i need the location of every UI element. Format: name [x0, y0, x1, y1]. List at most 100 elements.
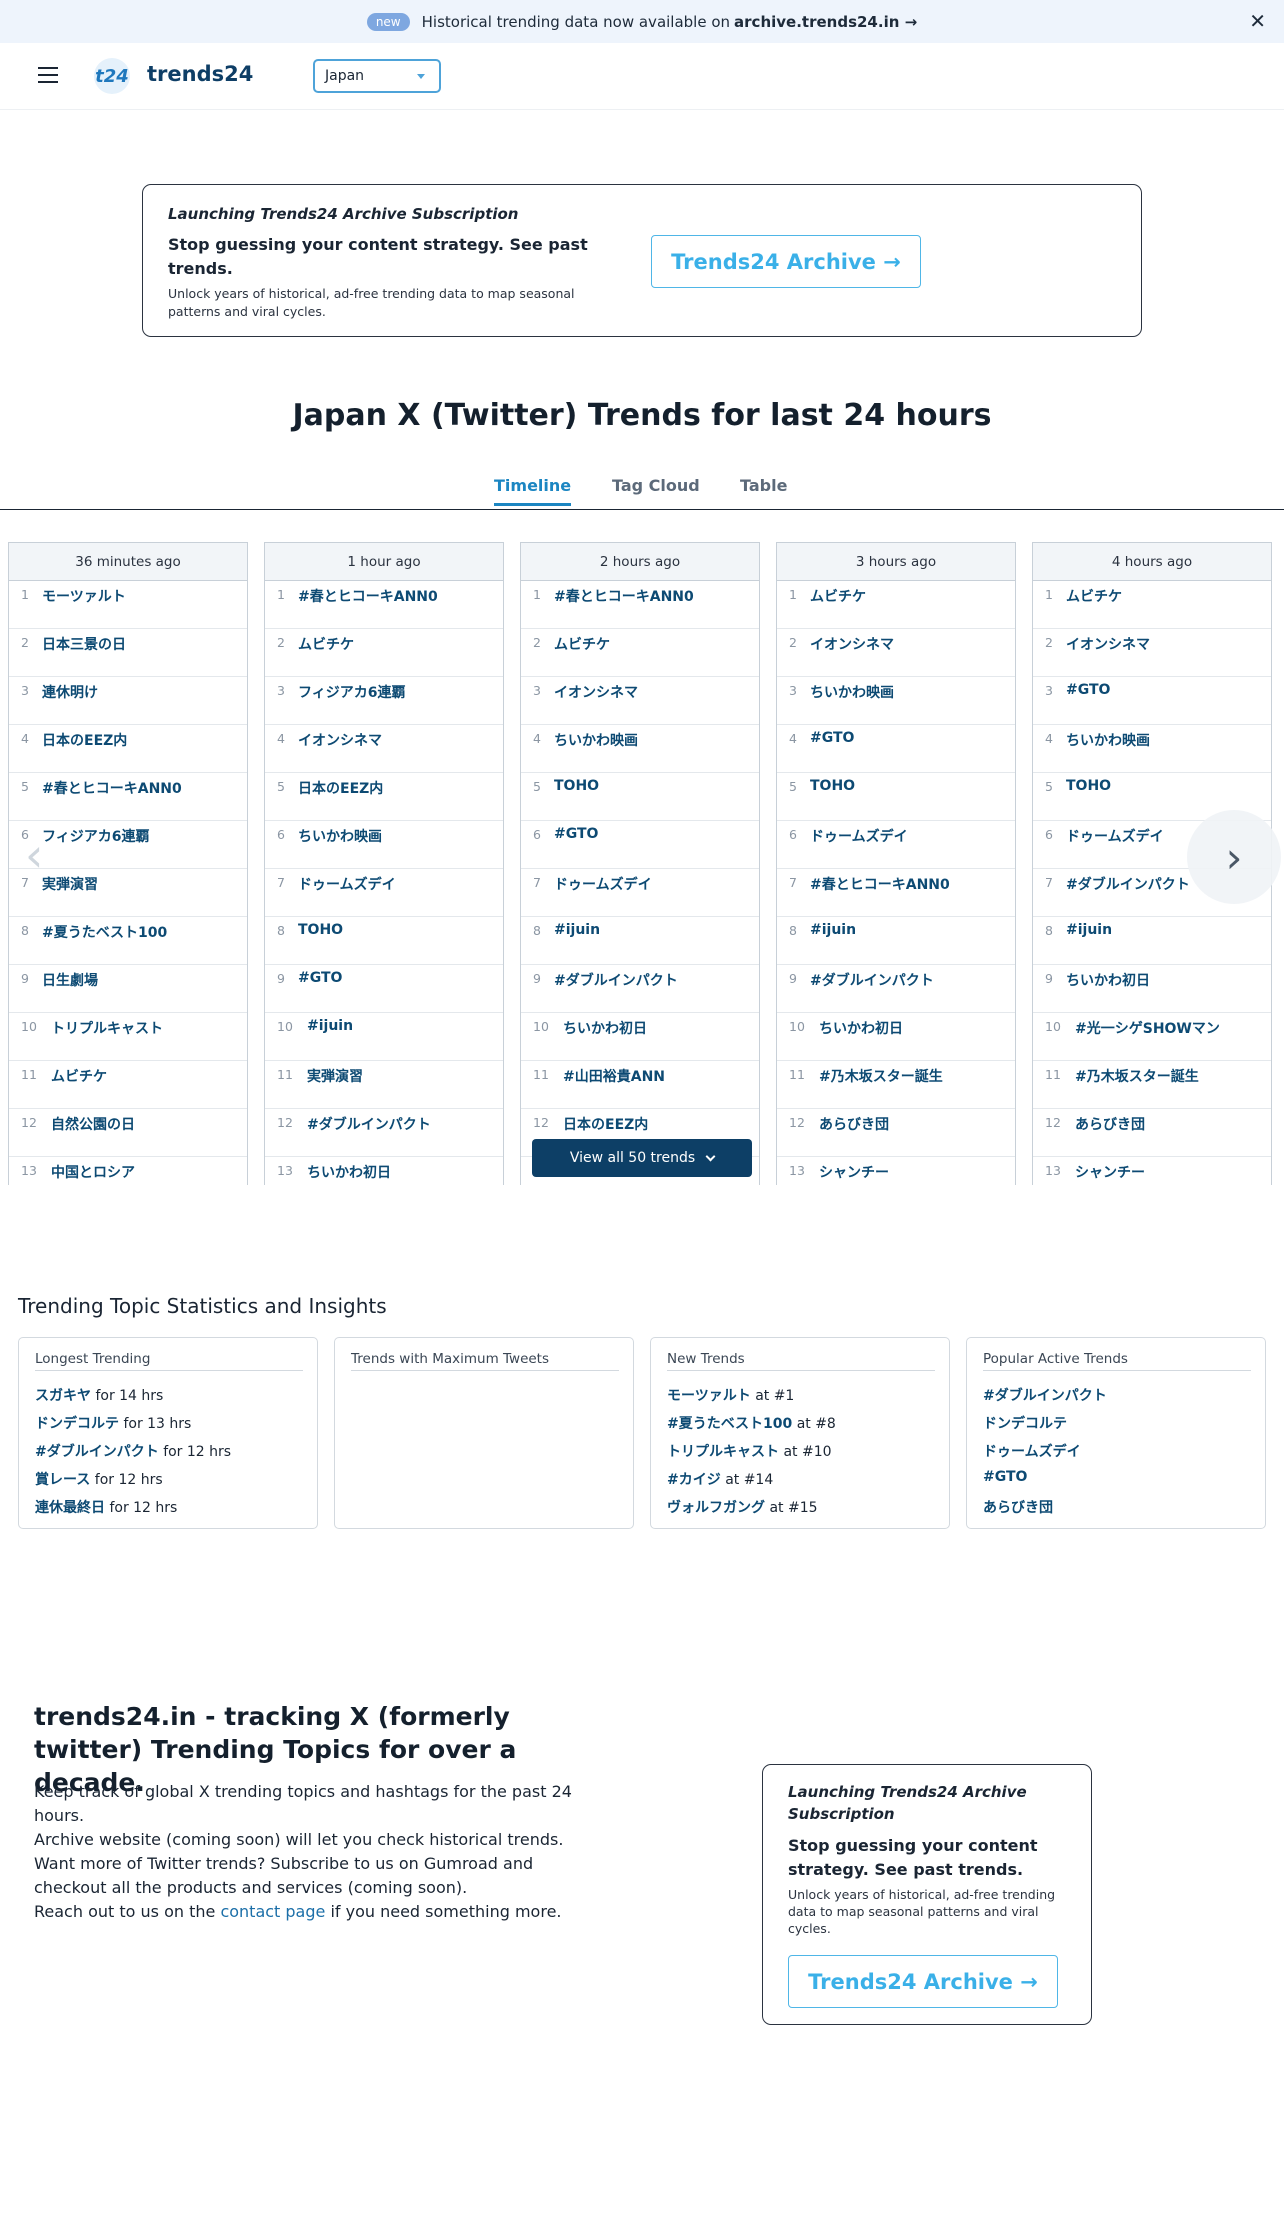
trend-name[interactable]: ムビチケ: [51, 1066, 107, 1086]
trend-item[interactable]: 3 ちいかわ映画: [777, 677, 1015, 725]
trend-item[interactable]: 4 ちいかわ映画: [521, 725, 759, 773]
chevron-left-icon[interactable]: ‹: [25, 832, 43, 878]
trend-item[interactable]: 7 ドゥームズデイ: [521, 869, 759, 917]
stats-item-name[interactable]: #GTO: [983, 1469, 1027, 1485]
trend-name[interactable]: 日本のEEZ内: [563, 1114, 648, 1134]
trend-name[interactable]: ちいかわ映画: [1066, 730, 1150, 750]
trend-name[interactable]: ムビチケ: [810, 586, 866, 606]
trend-name[interactable]: #春とヒコーキANN0: [42, 778, 182, 798]
stats-item-name[interactable]: ドンデコルテ: [983, 1416, 1067, 1432]
trend-name[interactable]: ドゥームズデイ: [298, 874, 396, 894]
trend-item[interactable]: 1 #春とヒコーキANN0: [521, 581, 759, 629]
trend-item[interactable]: 11 ムビチケ: [9, 1061, 247, 1109]
trend-name[interactable]: ドゥームズデイ: [1066, 826, 1164, 846]
trend-name[interactable]: ちいかわ初日: [819, 1018, 903, 1038]
trend-name[interactable]: フィジアカ6連覇: [298, 682, 405, 702]
trend-name[interactable]: #ijuin: [307, 1018, 353, 1034]
trend-item[interactable]: 11 実弾演習: [265, 1061, 503, 1109]
trend-item[interactable]: 10 #光一シゲSHOWマン: [1033, 1013, 1271, 1061]
stats-item-name[interactable]: あらびき団: [983, 1500, 1053, 1516]
trend-name[interactable]: 日本三景の日: [42, 634, 126, 654]
trend-item[interactable]: 13 シャンチー: [1033, 1157, 1271, 1185]
tab-table[interactable]: Table: [740, 476, 787, 503]
tab-tag-cloud[interactable]: Tag Cloud: [612, 476, 700, 503]
trend-item[interactable]: 9 #GTO: [265, 965, 503, 1013]
logo-text[interactable]: trends24: [147, 62, 253, 86]
trend-item[interactable]: 6 フィジアカ6連覇: [9, 821, 247, 869]
trend-name[interactable]: イオンシネマ: [810, 634, 894, 654]
trend-name[interactable]: #春とヒコーキANN0: [554, 586, 694, 606]
trend-item[interactable]: 9 ちいかわ初日: [1033, 965, 1271, 1013]
stats-item-name[interactable]: #夏うたベスト100: [667, 1416, 792, 1432]
trend-item[interactable]: 8 TOHO: [265, 917, 503, 965]
archive-button[interactable]: Trends24 Archive →: [651, 235, 921, 288]
trend-item[interactable]: 1 ムビチケ: [1033, 581, 1271, 629]
stats-item-name[interactable]: #ダブルインパクト: [983, 1388, 1107, 1404]
trend-name[interactable]: #ijuin: [554, 922, 600, 938]
trend-item[interactable]: 6 #GTO: [521, 821, 759, 869]
trend-name[interactable]: ちいかわ映画: [810, 682, 894, 702]
trend-name[interactable]: ドゥームズデイ: [810, 826, 908, 846]
trend-name[interactable]: #ijuin: [1066, 922, 1112, 938]
trend-name[interactable]: #ダブルインパクト: [810, 970, 934, 990]
trend-name[interactable]: #乃木坂スター誕生: [819, 1066, 943, 1086]
trend-name[interactable]: ちいかわ映画: [554, 730, 638, 750]
view-all-button[interactable]: View all 50 trends: [532, 1139, 752, 1177]
trend-name[interactable]: #ijuin: [810, 922, 856, 938]
hamburger-icon[interactable]: [38, 67, 58, 83]
trend-item[interactable]: 3 フィジアカ6連覇: [265, 677, 503, 725]
trend-name[interactable]: 中国とロシア: [51, 1162, 135, 1182]
country-select[interactable]: Japan: [313, 59, 441, 93]
trend-item[interactable]: 8 #ijuin: [1033, 917, 1271, 965]
trend-item[interactable]: 12 #ダブルインパクト: [265, 1109, 503, 1157]
trend-name[interactable]: TOHO: [810, 778, 855, 794]
trend-name[interactable]: 日生劇場: [42, 970, 98, 990]
trend-name[interactable]: ムビチケ: [298, 634, 354, 654]
trend-name[interactable]: フィジアカ6連覇: [42, 826, 149, 846]
trend-name[interactable]: イオンシネマ: [298, 730, 382, 750]
trend-name[interactable]: TOHO: [1066, 778, 1111, 794]
trend-name[interactable]: ちいかわ映画: [298, 826, 382, 846]
trend-name[interactable]: ドゥームズデイ: [554, 874, 652, 894]
trend-item[interactable]: 1 モーツァルト: [9, 581, 247, 629]
trend-name[interactable]: ちいかわ初日: [563, 1018, 647, 1038]
trend-name[interactable]: あらびき団: [819, 1114, 889, 1134]
trend-item[interactable]: 4 #GTO: [777, 725, 1015, 773]
trend-name[interactable]: #山田裕貴ANN: [563, 1066, 665, 1086]
stats-item-name[interactable]: ヴォルフガング: [667, 1500, 765, 1516]
trend-item[interactable]: 11 #乃木坂スター誕生: [777, 1061, 1015, 1109]
trend-name[interactable]: #春とヒコーキANN0: [810, 874, 950, 894]
trend-item[interactable]: 5 TOHO: [521, 773, 759, 821]
trend-name[interactable]: 自然公園の日: [51, 1114, 135, 1134]
trend-name[interactable]: #ダブルインパクト: [307, 1114, 431, 1134]
trend-item[interactable]: 7 #春とヒコーキANN0: [777, 869, 1015, 917]
stats-item-name[interactable]: ドゥームズデイ: [983, 1444, 1081, 1460]
trend-name[interactable]: #ダブルインパクト: [1066, 874, 1190, 894]
trend-item[interactable]: 2 日本三景の日: [9, 629, 247, 677]
trend-name[interactable]: モーツァルト: [42, 586, 126, 606]
trend-item[interactable]: 12 あらびき団: [1033, 1109, 1271, 1157]
trend-name[interactable]: TOHO: [554, 778, 599, 794]
close-icon[interactable]: ✕: [1249, 9, 1266, 33]
trend-name[interactable]: 連休明け: [42, 682, 98, 702]
trend-item[interactable]: 4 イオンシネマ: [265, 725, 503, 773]
stats-item-name[interactable]: スガキヤ: [35, 1388, 91, 1404]
archive-footer-button[interactable]: Trends24 Archive →: [788, 1955, 1058, 2008]
trend-item[interactable]: 10 ちいかわ初日: [521, 1013, 759, 1061]
trend-item[interactable]: 8 #ijuin: [777, 917, 1015, 965]
trend-item[interactable]: 7 ドゥームズデイ: [265, 869, 503, 917]
trend-name[interactable]: ムビチケ: [554, 634, 610, 654]
trend-item[interactable]: 13 シャンチー: [777, 1157, 1015, 1185]
trend-item[interactable]: 10 #ijuin: [265, 1013, 503, 1061]
trend-name[interactable]: トリプルキャスト: [51, 1018, 163, 1038]
trend-item[interactable]: 13 ちいかわ初日: [265, 1157, 503, 1185]
trend-item[interactable]: 12 あらびき団: [777, 1109, 1015, 1157]
trend-name[interactable]: #夏うたベスト100: [42, 922, 167, 942]
trend-item[interactable]: 4 ちいかわ映画: [1033, 725, 1271, 773]
trend-item[interactable]: 3 #GTO: [1033, 677, 1271, 725]
trend-item[interactable]: 9 #ダブルインパクト: [521, 965, 759, 1013]
trend-name[interactable]: TOHO: [298, 922, 343, 938]
trend-item[interactable]: 8 #夏うたベスト100: [9, 917, 247, 965]
chevron-right-icon[interactable]: ›: [1187, 810, 1281, 904]
trend-name[interactable]: あらびき団: [1075, 1114, 1145, 1134]
